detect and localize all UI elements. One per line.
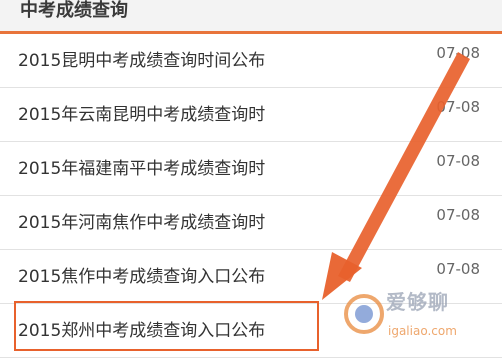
list-item[interactable]: 2015年云南昆明中考成绩查询时 07-08 [0, 88, 502, 142]
section-title: 中考成绩查询 [20, 0, 128, 21]
news-date: 07-08 [436, 206, 480, 224]
news-date: 07-08 [436, 260, 480, 278]
list-item[interactable]: 2015焦作中考成绩查询入口公布 07-08 [0, 250, 502, 304]
section-header: 中考成绩查询 [0, 0, 502, 34]
news-title[interactable]: 2015昆明中考成绩查询时间公布 [18, 46, 265, 71]
news-title[interactable]: 2015年福建南平中考成绩查询时 [18, 154, 265, 179]
news-date: 07-08 [436, 44, 480, 62]
annotation-highlight-box [14, 301, 319, 351]
news-date: 07-08 [436, 152, 480, 170]
list-item[interactable]: 2015年福建南平中考成绩查询时 07-08 [0, 142, 502, 196]
list-item[interactable]: 2015昆明中考成绩查询时间公布 07-08 [0, 34, 502, 88]
news-date: 07-08 [436, 98, 480, 116]
news-title[interactable]: 2015年河南焦作中考成绩查询时 [18, 208, 265, 233]
news-title[interactable]: 2015年云南昆明中考成绩查询时 [18, 100, 265, 125]
news-title[interactable]: 2015焦作中考成绩查询入口公布 [18, 262, 265, 287]
list-item[interactable]: 2015年河南焦作中考成绩查询时 07-08 [0, 196, 502, 250]
